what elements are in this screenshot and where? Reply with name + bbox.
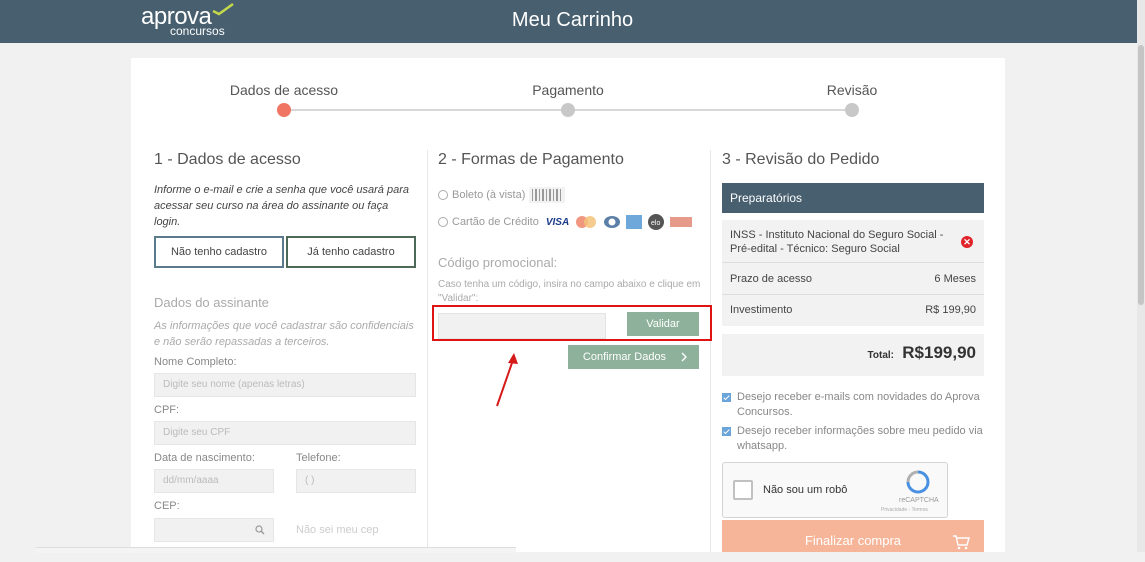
name-input[interactable]: Digite seu nome (apenas letras) [154,373,416,397]
access-period-value: 6 Meses [934,273,976,285]
mastercard-icon [576,216,597,228]
credit-card-radio[interactable] [438,217,448,227]
total-label: Total: [867,350,894,361]
credit-card-label: Cartão de Crédito [452,216,539,228]
investment-label: Investimento [730,304,793,316]
cpf-input[interactable]: Digite seu CPF [154,421,416,445]
vertical-scrollbar[interactable] [1137,0,1145,552]
highlight-box [432,305,712,341]
promo-code-help: Caso tenha um código, insira no campo ab… [438,279,701,304]
recaptcha-checkbox[interactable] [733,480,753,500]
cep-label: CEP: [154,500,180,512]
finalize-purchase-button[interactable]: Finalizar compra [722,520,984,552]
recaptcha-logo-icon [906,470,930,494]
cart-item: INSS - Instituto Nacional do Seguro Soci… [722,220,984,326]
access-intro-text: Informe o e-mail e crie a senha que você… [154,184,409,228]
birthdate-label: Data de nascimento: [154,452,255,464]
divider [722,294,984,295]
column-divider [427,150,428,552]
recaptcha-links[interactable]: Privacidade - Termos [881,507,928,513]
hipercard-icon [670,217,693,227]
confirm-data-label: Confirmar Dados [582,351,667,363]
email-optin-label: Desejo receber e-mails com novidades do … [737,391,980,418]
subscriber-section-title: Dados do assinante [154,295,269,310]
investment-row: Investimento R$ 199,90 [730,304,976,316]
whatsapp-optin-label: Desejo receber informações sobre meu ped… [737,425,983,452]
remove-item-icon[interactable]: ✕ [961,236,973,248]
cpf-label: CPF: [154,404,180,416]
step-dot-active [277,103,291,117]
chevron-right-icon [681,352,687,362]
investment-value: R$ 199,90 [925,304,976,316]
scrollbar-thumb[interactable] [1138,45,1144,305]
bottom-bar [36,547,516,553]
credit-card-option[interactable]: Cartão de Crédito VISA elo [438,213,693,231]
phone-label: Telefone: [296,452,341,464]
page-title: Meu Carrinho [511,9,634,31]
name-label: Nome Completo: [154,356,237,368]
has-account-button[interactable]: Já tenho cadastro [286,236,416,268]
course-name: INSS - Instituto Nacional do Seguro Soci… [730,229,944,255]
finalize-label: Finalizar compra [804,533,902,548]
boleto-option[interactable]: Boleto (à vista) [438,186,566,204]
red-arrow-annotation [496,353,518,407]
payment-section-title: 2 - Formas de Pagamento [438,151,624,168]
cep-unknown-link[interactable]: Não sei meu cep [296,524,379,536]
access-period-row: Prazo de acesso 6 Meses [730,273,976,285]
boleto-label: Boleto (à vista) [452,189,526,201]
barcode-icon [529,187,566,203]
birthdate-input[interactable]: dd/mm/aaaa [154,469,274,493]
confirm-data-button[interactable]: Confirmar Dados [568,345,699,369]
top-header-bar: aprova concursos Meu Carrinho [0,0,1145,43]
search-icon[interactable] [255,525,265,535]
elo-icon: elo [648,214,665,230]
amex-icon [626,215,643,229]
recaptcha-label: Não sou um robô [763,484,848,496]
whatsapp-optin-checkbox[interactable]: Desejo receber informações sobre meu ped… [722,424,984,454]
shopping-cart-icon [953,535,970,550]
access-period-label: Prazo de acesso [730,273,812,285]
recaptcha-brand: reCAPTCHA [899,497,939,504]
divider [722,262,984,263]
privacy-note: As informações que você cadastrar são co… [154,320,414,348]
recaptcha-widget[interactable]: Não sou um robô reCAPTCHA Privacidade - … [722,462,948,518]
promo-code-title: Código promocional: [438,255,558,270]
total-value: R$199,90 [902,343,976,362]
visa-logo-icon: VISA [545,216,570,228]
checkbox-checked[interactable] [722,393,731,402]
review-section-title: 3 - Revisão do Pedido [722,151,880,168]
email-optin-checkbox[interactable]: Desejo receber e-mails com novidades do … [722,390,984,420]
svg-text:elo: elo [651,220,660,227]
phone-input[interactable]: ( ) [296,469,416,493]
step-label-dados-de-acesso: Dados de acesso [229,82,339,98]
step-dot [845,103,859,117]
access-section-title: 1 - Dados de acesso [154,151,301,168]
checkbox-checked[interactable] [722,427,731,436]
column-divider [710,150,711,552]
diners-icon [604,216,621,228]
step-dot [561,103,575,117]
step-label-pagamento: Pagamento [532,82,604,98]
total-box: Total: R$199,90 [722,334,984,376]
no-account-button[interactable]: Não tenho cadastro [154,236,284,268]
boleto-radio[interactable] [438,190,448,200]
preparatorios-header: Preparatórios [722,183,984,213]
step-label-revisao: Revisão [826,82,878,98]
